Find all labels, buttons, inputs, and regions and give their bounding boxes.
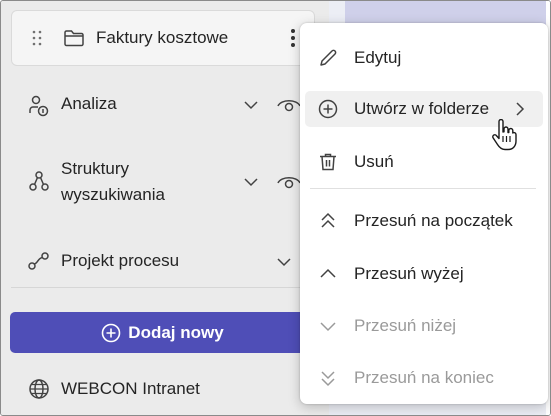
chevron-down-icon[interactable] [277,257,291,267]
sidebar-item-intranet[interactable]: WEBCON Intranet [1,374,329,404]
menu-item-move-to-bottom: Przesuń na koniec [305,360,543,396]
add-new-button[interactable]: Dodaj nowy [10,312,315,353]
process-icon [28,252,49,270]
double-chevron-up-icon [321,212,335,228]
menu-divider [310,188,536,189]
chevron-right-icon [516,102,525,116]
chevron-down-icon[interactable] [244,100,258,110]
sidebar-item-label-line1: Struktury [61,159,130,178]
eye-icon[interactable] [277,173,301,191]
double-chevron-down-icon [321,371,335,387]
folder-icon [64,30,84,47]
eye-icon[interactable] [277,96,301,114]
menu-item-move-up[interactable]: Przesuń wyżej [305,256,543,292]
menu-item-move-down: Przesuń niżej [305,308,543,344]
globe-icon [29,379,49,399]
sidebar-folder-item[interactable]: Faktury kosztowe [11,10,315,66]
sidebar-item-analiza[interactable]: Analiza [1,87,329,123]
menu-item-edit[interactable]: Edytuj [305,40,543,76]
sidebar-item-label: WEBCON Intranet [61,379,200,398]
folder-label: Faktury kosztowe [96,28,229,47]
chevron-down-icon [320,322,336,332]
divider [11,287,301,288]
add-circle-icon [318,99,338,119]
sidebar-item-projekt-procesu[interactable]: Projekt procesu [1,243,329,279]
drag-handle-icon[interactable] [32,30,42,46]
pencil-icon [320,49,337,66]
chevron-up-icon [320,268,336,278]
sidebar: Faktury kosztowe Analiza Struktury wyszu… [1,1,329,415]
add-new-label: Dodaj nowy [128,322,224,342]
trash-icon [320,153,336,171]
sidebar-item-struktury[interactable]: Struktury wyszukiwania [1,156,329,208]
app-window: Faktury kosztowe Analiza Struktury wyszu… [0,0,551,416]
structure-icon [29,171,49,191]
context-menu: Edytuj Utwórz w folderze Usuń Przesuń na… [300,23,548,404]
add-circle-icon [101,323,121,342]
analysis-icon [29,95,49,117]
chevron-down-icon[interactable] [244,177,258,187]
sidebar-item-label-line2: wyszukiwania [61,185,165,204]
hand-cursor-icon [492,119,517,151]
menu-item-move-to-top[interactable]: Przesuń na początek [305,203,543,239]
sidebar-item-label: Analiza [61,94,117,113]
sidebar-item-label: Projekt procesu [61,251,180,270]
